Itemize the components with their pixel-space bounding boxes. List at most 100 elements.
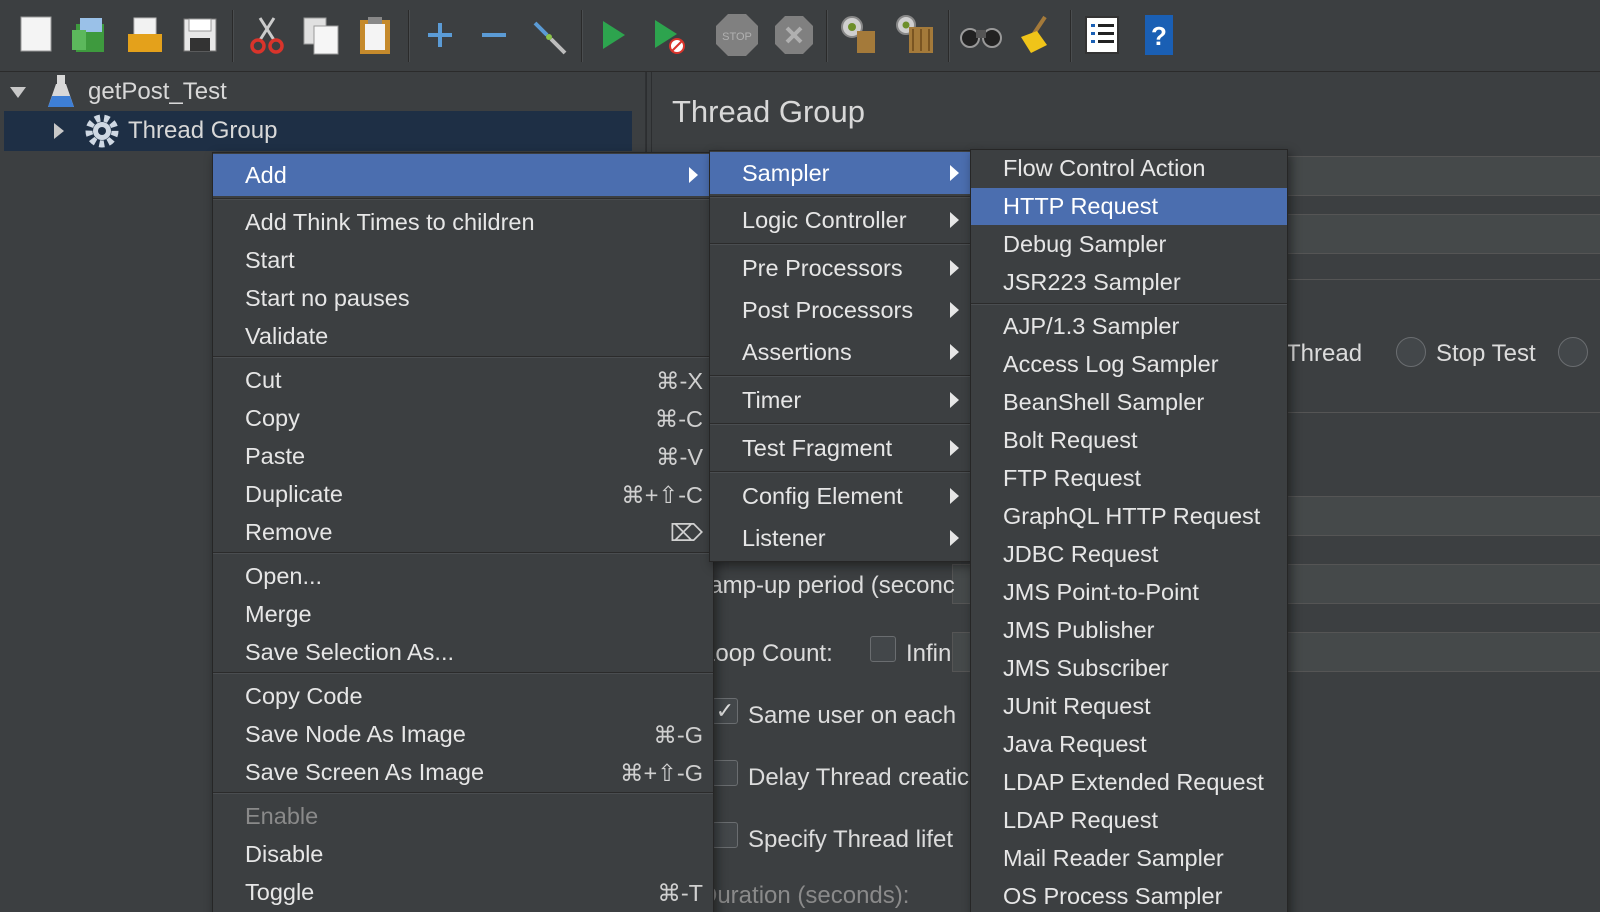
menu-item-label: Mail Reader Sampler [1003,845,1224,871]
menu-item-duplicate[interactable]: Duplicate ⌘+⇧-C [213,476,713,513]
menu-item-label: Timer [742,387,802,413]
tree-node-thread-group[interactable]: Thread Group [4,111,632,151]
toggle-icon[interactable] [526,12,572,58]
reset-search-icon[interactable] [1014,12,1060,58]
menu-item-mail-reader-sampler[interactable]: Mail Reader Sampler [971,840,1287,877]
menu-item-jms-point-to-point[interactable]: JMS Point-to-Point [971,574,1287,611]
menu-item-os-process-sampler[interactable]: OS Process Sampler [971,878,1287,912]
clear-icon[interactable] [836,12,882,58]
menu-item-remove[interactable]: Remove ⌦ [213,514,713,551]
menu-item-timer[interactable]: Timer [710,382,972,419]
menu-item-test-fragment[interactable]: Test Fragment [710,430,972,467]
menu-item-label: Test Fragment [742,435,893,461]
menu-item-jdbc-request[interactable]: JDBC Request [971,536,1287,573]
menu-item-ftp-request[interactable]: FTP Request [971,460,1287,497]
menu-item-sampler[interactable]: Sampler [710,152,972,194]
menu-separator [710,196,972,198]
menu-separator [213,198,713,200]
stop-test-now-radio[interactable] [1558,337,1588,367]
menu-item-label: Config Element [742,483,903,509]
submenu-arrow-icon [950,488,959,504]
menu-item-jms-publisher[interactable]: JMS Publisher [971,612,1287,649]
stop-test-radio[interactable] [1396,337,1426,367]
menu-item-jms-subscriber[interactable]: JMS Subscriber [971,650,1287,687]
menu-item-merge[interactable]: Merge [213,596,713,633]
specify-lifetime-checkbox[interactable] [712,822,738,848]
submenu-arrow-icon [950,165,959,181]
menu-item-listener[interactable]: Listener [710,520,972,557]
collapsed-arrow-icon[interactable] [54,123,64,139]
infinite-checkbox[interactable] [870,636,896,662]
cut-icon[interactable] [244,12,290,58]
menu-item-bolt-request[interactable]: Bolt Request [971,422,1287,459]
stop-icon[interactable]: STOP [714,12,760,58]
menu-item-pre-processors[interactable]: Pre Processors [710,250,972,287]
menu-item-add-think-times[interactable]: Add Think Times to children [213,204,713,241]
menu-item-jsr223-sampler[interactable]: JSR223 Sampler [971,264,1287,301]
menu-item-paste[interactable]: Paste ⌘-V [213,438,713,475]
menu-item-ajp-sampler[interactable]: AJP/1.3 Sampler [971,308,1287,345]
menu-item-logic-controller[interactable]: Logic Controller [710,202,972,239]
open-icon[interactable] [122,12,168,58]
menu-item-disable[interactable]: Disable [213,836,713,873]
help-icon[interactable]: ? [1136,12,1182,58]
menu-item-flow-control-action[interactable]: Flow Control Action [971,150,1287,187]
clear-all-icon[interactable] [892,12,938,58]
menu-item-post-processors[interactable]: Post Processors [710,292,972,329]
menu-item-beanshell-sampler[interactable]: BeanShell Sampler [971,384,1287,421]
copy-icon[interactable] [298,12,344,58]
test-plan-label: getPost_Test [88,78,227,105]
menu-item-add[interactable]: Add [213,154,713,196]
paste-icon[interactable] [352,12,398,58]
menu-separator [710,471,972,473]
menu-item-ldap-request[interactable]: LDAP Request [971,802,1287,839]
menu-item-label: JMS Subscriber [1003,655,1169,681]
context-menu: Add Add Think Times to children Start St… [212,152,714,912]
submenu-arrow-icon [689,167,698,183]
delay-thread-checkbox[interactable] [712,760,738,786]
menu-item-toggle[interactable]: Toggle ⌘-T [213,874,713,911]
menu-item-copy[interactable]: Copy ⌘-C [213,400,713,437]
collapse-icon[interactable] [471,12,517,58]
menu-item-assertions[interactable]: Assertions [710,334,972,371]
menu-item-start-no-pauses[interactable]: Start no pauses [213,280,713,317]
menu-item-label: Logic Controller [742,207,907,233]
menu-item-label: JMS Publisher [1003,617,1155,643]
menu-item-label: Merge [245,601,312,627]
menu-item-java-request[interactable]: Java Request [971,726,1287,763]
delete-key-icon: ⌦ [669,519,703,546]
menu-separator [710,375,972,377]
search-icon[interactable] [958,12,1004,58]
menu-separator [213,672,713,674]
menu-item-save-screen-image[interactable]: Save Screen As Image ⌘+⇧-G [213,754,713,791]
menu-item-copy-code[interactable]: Copy Code [213,678,713,715]
menu-item-label: Copy [245,405,300,431]
menu-item-save-node-image[interactable]: Save Node As Image ⌘-G [213,716,713,753]
templates-icon[interactable] [66,12,112,58]
menu-item-access-log-sampler[interactable]: Access Log Sampler [971,346,1287,383]
menu-item-cut[interactable]: Cut ⌘-X [213,362,713,399]
menu-item-graphql-http-request[interactable]: GraphQL HTTP Request [971,498,1287,535]
save-icon[interactable] [177,12,223,58]
expand-icon[interactable] [417,12,463,58]
function-helper-icon[interactable] [1079,12,1125,58]
start-no-pauses-icon[interactable] [645,12,691,58]
new-icon[interactable] [14,12,60,58]
expanded-arrow-icon[interactable] [10,87,26,98]
shutdown-icon[interactable] [771,12,817,58]
start-icon[interactable] [590,12,636,58]
menu-item-config-element[interactable]: Config Element [710,478,972,515]
menu-item-validate[interactable]: Validate [213,318,713,355]
menu-item-label: Paste [245,443,306,469]
menu-item-open[interactable]: Open... [213,558,713,595]
same-user-checkbox[interactable]: ✓ [712,698,738,724]
tree-node-test-plan[interactable]: getPost_Test [0,72,646,112]
menu-item-label: Disable [245,841,324,867]
menu-item-junit-request[interactable]: JUnit Request [971,688,1287,725]
menu-item-start[interactable]: Start [213,242,713,279]
menu-item-label: Add [245,161,287,188]
menu-item-http-request[interactable]: HTTP Request [971,188,1287,225]
menu-item-save-selection[interactable]: Save Selection As... [213,634,713,671]
menu-item-debug-sampler[interactable]: Debug Sampler [971,226,1287,263]
menu-item-ldap-extended-request[interactable]: LDAP Extended Request [971,764,1287,801]
